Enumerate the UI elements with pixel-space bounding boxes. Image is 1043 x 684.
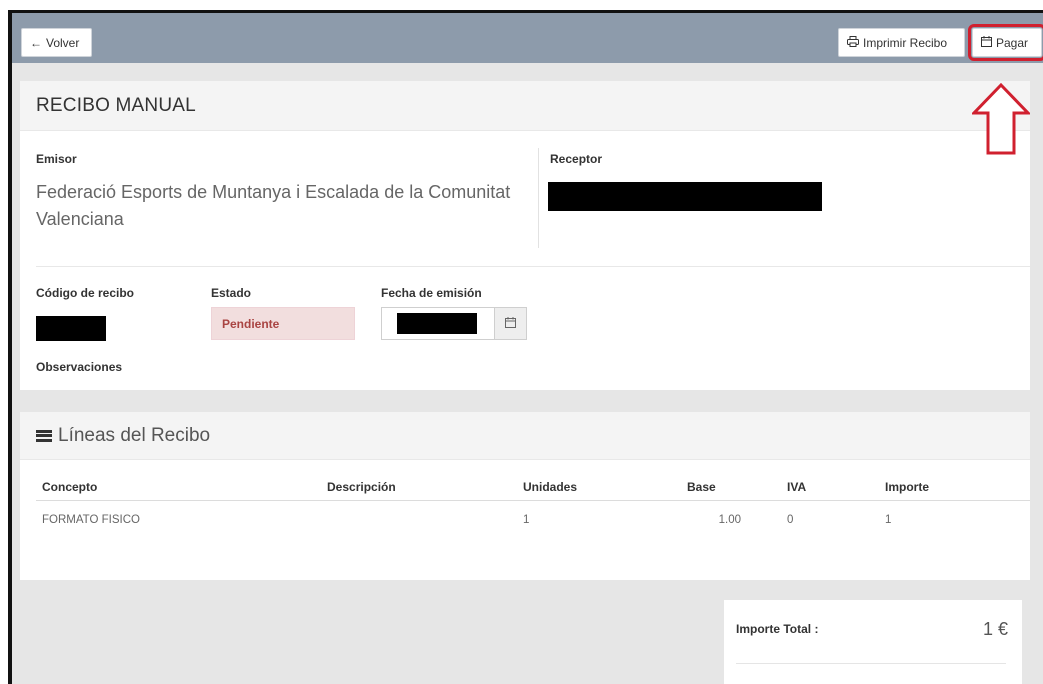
receptor-redacted (548, 182, 822, 211)
print-receipt-label: Imprimir Recibo (863, 35, 948, 50)
column-header-base: Base (681, 474, 781, 501)
column-header-concepto: Concepto (36, 474, 321, 501)
pay-button-label: Pagar (996, 35, 1029, 50)
receptor-label: Receptor (550, 152, 603, 166)
total-label: Importe Total : (736, 622, 819, 636)
list-icon (36, 429, 52, 442)
column-divider (538, 148, 539, 248)
receipt-lines-title: Líneas del Recibo (58, 424, 211, 446)
estado-value: Pendiente (222, 316, 280, 331)
cell-unidades: 1 (523, 514, 530, 527)
arrow-left-icon: ← (30, 35, 42, 50)
printer-icon (847, 36, 859, 49)
receipt-panel: RECIBO MANUAL Emisor Federació Esports d… (20, 81, 1030, 390)
emisor-label: Emisor (36, 152, 77, 166)
total-panel: Importe Total : 1 € (724, 600, 1022, 684)
table-row: FORMATO FISICO 1 1.00 0 1 (36, 500, 1030, 540)
section-divider (36, 266, 1030, 267)
column-header-importe: Importe (879, 474, 1030, 501)
back-button-label: Volver (46, 35, 80, 50)
cell-base: 1.00 (718, 514, 741, 527)
calendar-icon (981, 36, 992, 49)
codigo-label: Código de recibo (36, 286, 135, 300)
column-header-unidades: Unidades (517, 474, 681, 501)
app-frame: ← Volver Imprimir Recibo Pagar RECIBO MA… (8, 10, 1043, 684)
estado-status-badge: Pendiente (211, 307, 355, 340)
pay-button[interactable]: Pagar (968, 24, 1043, 61)
emisor-name: Federació Esports de Muntanya i Escalada… (36, 182, 511, 229)
print-receipt-button[interactable]: Imprimir Recibo (838, 28, 965, 57)
total-divider (736, 663, 1006, 664)
cell-descripcion (321, 500, 517, 540)
receipt-lines-panel: Líneas del Recibo Concepto Descripción U… (20, 412, 1030, 580)
fecha-label: Fecha de emisión (381, 286, 482, 300)
cell-importe: 1 (885, 514, 892, 527)
back-button[interactable]: ← Volver (21, 28, 92, 57)
fecha-redacted (397, 313, 477, 334)
codigo-redacted (36, 316, 106, 341)
page-title: RECIBO MANUAL (36, 94, 196, 116)
cell-concepto: FORMATO FISICO (42, 514, 140, 527)
fecha-emision-field[interactable] (381, 307, 527, 340)
receipt-lines-header: Líneas del Recibo (20, 412, 1030, 460)
table-header-row: Concepto Descripción Unidades Base IVA I… (36, 474, 1030, 501)
column-header-iva: IVA (781, 474, 879, 501)
estado-label: Estado (211, 286, 252, 300)
receipt-lines-table: Concepto Descripción Unidades Base IVA I… (36, 474, 1030, 540)
column-header-descripcion: Descripción (321, 474, 517, 501)
calendar-picker-button[interactable] (494, 308, 526, 339)
cell-iva: 0 (787, 514, 794, 527)
calendar-icon (505, 316, 516, 331)
top-toolbar: ← Volver Imprimir Recibo Pagar (12, 13, 1043, 63)
receipt-panel-header: RECIBO MANUAL (20, 81, 1030, 131)
total-value: 1 € (982, 619, 1008, 639)
observaciones-label: Observaciones (36, 360, 123, 374)
arrow-up-icon (972, 83, 1030, 155)
